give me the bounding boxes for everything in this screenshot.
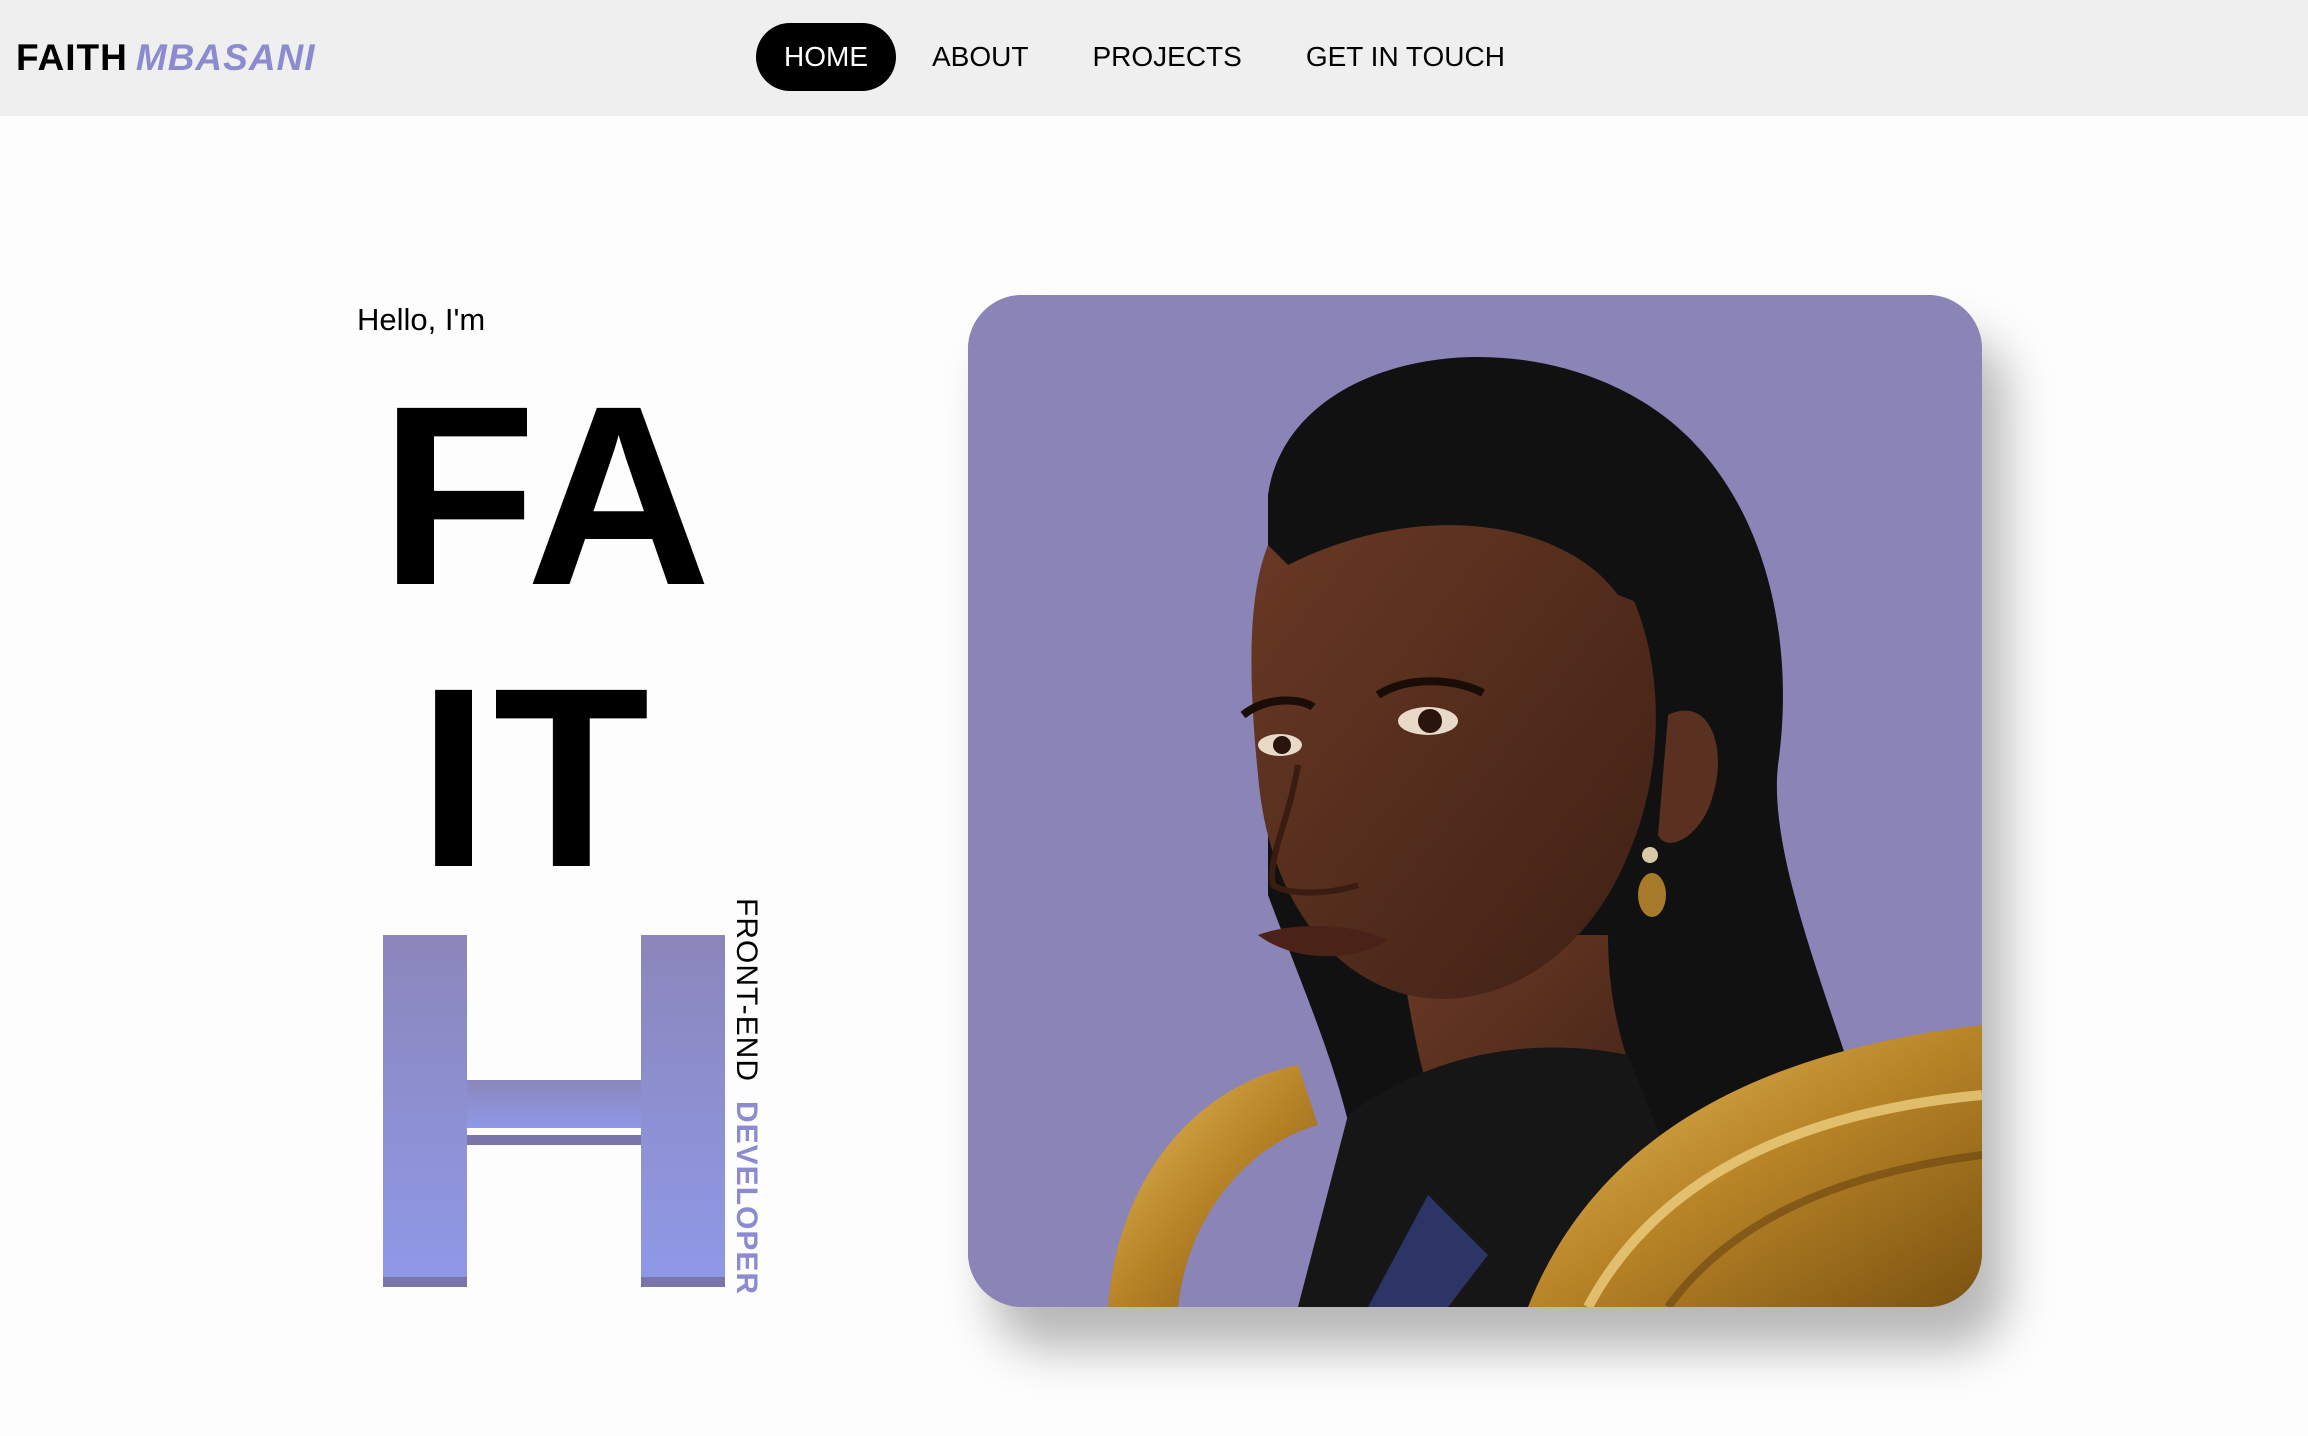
nav-home[interactable]: HOME (756, 23, 896, 91)
top-navbar: FAITH MBASANI HOME ABOUT PROJECTS GET IN … (0, 0, 2308, 116)
nav-get-in-touch[interactable]: GET IN TOUCH (1278, 23, 1533, 91)
hero-greeting: Hello, I'm (357, 302, 486, 337)
profile-photo (968, 295, 1982, 1307)
brand-first-name: FAITH (16, 37, 128, 78)
hero-name-line-3: H (383, 935, 725, 1287)
portrait-illustration (968, 295, 1982, 1307)
main-nav: HOME ABOUT PROJECTS GET IN TOUCH (756, 23, 1541, 91)
site-logo[interactable]: FAITH MBASANI (16, 36, 316, 80)
nav-about[interactable]: ABOUT (904, 23, 1056, 91)
nav-projects[interactable]: PROJECTS (1064, 23, 1269, 91)
hero-name-line-1: FA (380, 353, 716, 639)
role-front-end: FRONT-END (730, 898, 763, 1082)
hero-name-line-3-text: H (554, 1264, 555, 1266)
brand-last-name: MBASANI (135, 37, 316, 78)
role-developer: DEVELOPER (730, 1101, 763, 1296)
hero-name-line-2: IT (418, 635, 654, 921)
hero-role: FRONT-END DEVELOPER (729, 898, 763, 1295)
